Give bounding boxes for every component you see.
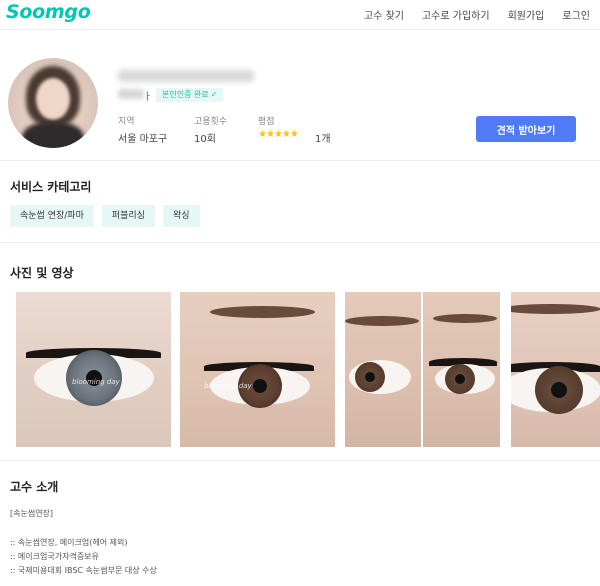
star-icon: ★	[281, 129, 291, 140]
profile-subtitle-visible: ㅏ	[143, 92, 153, 103]
watermark: blooming day	[72, 378, 120, 386]
divider	[0, 160, 600, 161]
review-count[interactable]: 1개	[315, 130, 331, 145]
star-icon: ★	[265, 129, 275, 140]
intro-line: :: 메이크업국가자격증보유	[10, 552, 99, 561]
nav-find-pro[interactable]: 고수 찾기	[364, 7, 404, 22]
rating-stars: ★★★★★	[258, 129, 299, 140]
hires-label: 고용횟수	[194, 117, 228, 127]
watermark: blooming day	[204, 382, 252, 390]
divider	[0, 460, 600, 461]
chip-publishing[interactable]: 퍼블리싱	[101, 205, 155, 227]
region-value: 서울 마포구	[118, 134, 168, 145]
soomgo-logo[interactable]: Soomgo	[6, 1, 91, 23]
gallery-photo-2[interactable]: blooming day	[180, 292, 335, 447]
service-category-title: 서비스 카테고리	[10, 180, 92, 194]
star-icon: ★	[289, 129, 299, 140]
service-chips: 속눈썹 연장/파마 퍼블리싱 왁싱	[10, 205, 200, 227]
gallery-photo-4[interactable]	[511, 292, 600, 447]
nav-signup[interactable]: 회원가입	[508, 7, 545, 22]
chip-waxing[interactable]: 왁싱	[162, 205, 200, 227]
region-label: 지역	[118, 117, 135, 127]
verified-badge: 본인인증 완료 ✓	[156, 88, 224, 102]
gallery-photo-3[interactable]	[345, 292, 500, 447]
top-header: Soomgo 고수 찾기 고수로 가입하기 회원가입 로그인	[0, 0, 600, 30]
profile-avatar	[8, 58, 98, 148]
intro-title: 고수 소개	[10, 480, 59, 494]
profile-name-blurred	[118, 70, 254, 82]
photo-gallery: blooming day blooming day	[16, 292, 600, 447]
intro-line: :: 국제미용대회 IBSC 속눈썹부문 대상 수상	[10, 566, 157, 575]
nav-join-as-pro[interactable]: 고수로 가입하기	[422, 7, 490, 22]
star-icon: ★	[258, 129, 267, 140]
intro-line: [속눈썹연장]	[10, 509, 54, 518]
hires-value: 10회	[194, 134, 216, 145]
star-icon: ★	[273, 129, 283, 140]
gallery-photo-1[interactable]: blooming day	[16, 292, 171, 447]
nav-login[interactable]: 로그인	[562, 7, 590, 22]
request-quote-button[interactable]: 견적 받아보기	[476, 116, 576, 142]
intro-line: :: 속눈썹연장, 메이크업(헤어 제외)	[10, 538, 128, 547]
rating-label: 평점	[258, 117, 275, 127]
media-title: 사진 및 영상	[10, 266, 74, 280]
profile-subtitle-blurred	[118, 89, 144, 99]
chip-eyelash-extension[interactable]: 속눈썹 연장/파마	[10, 205, 94, 227]
divider	[0, 242, 600, 243]
check-icon: ✓	[210, 90, 218, 99]
top-nav: 고수 찾기 고수로 가입하기 회원가입 로그인	[364, 7, 590, 22]
